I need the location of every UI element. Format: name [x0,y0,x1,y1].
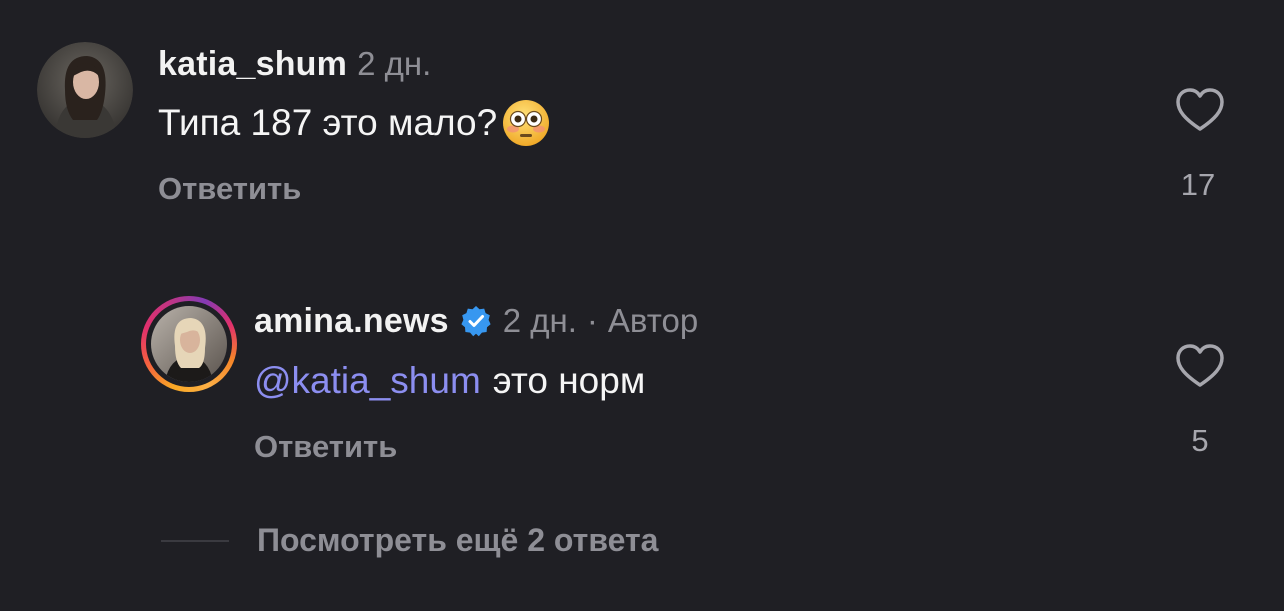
comment-text: это норм [492,360,646,401]
timestamp: 2 дн. [502,302,577,339]
view-more-replies-button[interactable]: Посмотреть ещё 2 ответа [257,522,658,559]
verified-badge-icon [461,306,491,337]
username[interactable]: amina.news [254,302,449,341]
like-count: 17 [1180,167,1216,202]
avatar-photo [37,42,133,138]
comment-header: amina.news 2 дн. · Автор [254,299,698,343]
comment-text-line: Типа 187 это мало? [158,96,551,150]
comment-header: katia_shum 2 дн. [158,42,431,86]
avatar-story-ring[interactable] [141,296,237,392]
heart-icon[interactable] [1173,340,1227,394]
flushed-face-icon [503,100,550,146]
meta-separator: · [586,302,598,339]
comment-text: Типа 187 это мало? [158,102,498,143]
avatar-ring-inner [146,301,232,387]
mention-link[interactable]: @katia_shum [254,360,481,402]
avatar-photo [151,306,227,382]
comment-text-line: @katia_shum это норм [254,354,645,408]
username[interactable]: katia_shum [158,45,347,84]
reply-button[interactable]: Ответить [254,429,397,465]
timestamp: 2 дн. [357,45,432,82]
reply-button[interactable]: Ответить [158,171,301,207]
view-more-divider [161,540,229,542]
avatar[interactable] [37,42,133,138]
author-tag: Автор [607,302,699,339]
heart-icon[interactable] [1173,84,1227,138]
like-count: 5 [1191,423,1209,458]
